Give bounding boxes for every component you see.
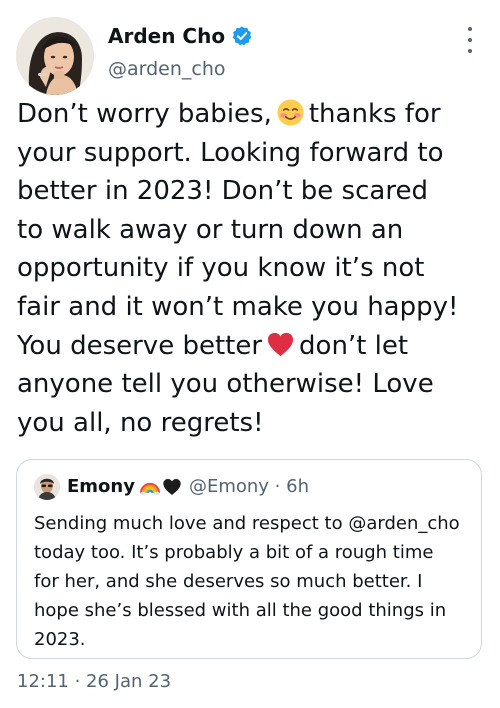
author-name-row: Arden Cho [108,23,253,49]
tweet-line-text: Don’t worry babies, [17,99,272,129]
tweet-line-text: You deserve better [17,330,263,361]
quoted-tweet-line: Sending much love and respect to @arden_… [34,513,460,534]
more-options-icon[interactable] [462,27,478,53]
tweet-card: Arden Cho @arden_cho Don’t worry babies, [0,0,500,708]
tweet-line: better in 2023! Don’t be scared [17,176,428,207]
rainbow-emoji-icon [139,477,161,497]
author-avatar[interactable] [16,17,94,95]
quoted-tweet-line: today too. It’s probably a bit of a roug… [34,542,434,563]
quoted-author-name[interactable]: Emony [67,475,135,499]
quoted-tweet-text: Sending much love and respect to @arden_… [34,509,474,654]
more-dot [468,27,472,31]
quoted-tweet-header: Emony @Emony · 6h [34,474,309,500]
quoted-tweet-line: 2023. [34,629,86,650]
tweet-line: You deserve better don’t let [17,327,487,366]
more-dot [468,49,472,53]
quoted-tweet-line: hope she’s blessed with all the good thi… [34,600,447,621]
quoted-author-handle-time[interactable]: @Emony · 6h [189,475,309,499]
tweet-header: Arden Cho @arden_cho [16,17,484,97]
black-heart-emoji-icon [162,477,182,497]
tweet-line: fair and it won’t make you happy! [17,291,459,322]
more-dot [468,38,472,42]
author-name[interactable]: Arden Cho [108,23,225,49]
tweet-text: Don’t worry babies, thanks for your supp… [17,95,487,442]
quoted-author-avatar[interactable] [34,474,60,500]
red-heart-emoji-icon [266,330,295,359]
tweet-line: Don’t worry babies, thanks for [17,95,487,134]
tweet-timestamp[interactable]: 12:11 · 26 Jan 23 [17,670,171,694]
tweet-line-text: don’t let [299,330,409,361]
tweet-line: you all, no regrets! [17,407,264,438]
verified-badge-icon [231,25,253,47]
tweet-line: to walk away or turn down an [17,214,404,245]
tweet-line: anyone tell you otherwise! Love [17,369,434,400]
smiling-face-blush-emoji-icon [276,98,305,127]
tweet-line: your support. Looking forward to [17,137,444,168]
quoted-tweet-line: for her, and she deserves so much better… [34,571,423,592]
tweet-line-text: thanks for [308,99,441,129]
author-handle[interactable]: @arden_cho [108,57,226,81]
tweet-line: opportunity if you know it’s not [17,253,425,284]
quoted-tweet[interactable]: Emony @Emony · 6h Sending much love and … [16,459,482,659]
